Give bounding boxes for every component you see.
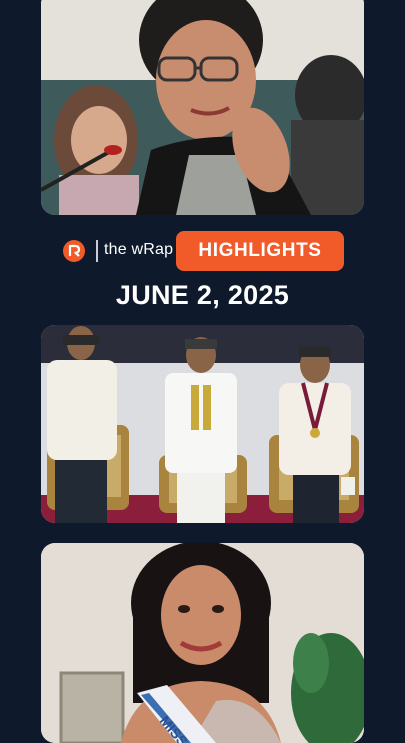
- story-card-2[interactable]: [41, 325, 364, 523]
- rappler-logo-icon: [63, 240, 85, 262]
- brand-divider: [96, 240, 98, 262]
- story-card-1[interactable]: [41, 0, 364, 215]
- story-1-photo: [41, 0, 364, 215]
- episode-date: JUNE 2, 2025: [115, 280, 290, 310]
- show-name: the wRap: [104, 241, 174, 258]
- story-3-photo: MISS: [41, 543, 364, 743]
- story-2-photo: [41, 325, 364, 523]
- highlights-badge: HIGHLIGHTS: [176, 231, 344, 271]
- story-card-3[interactable]: MISS: [41, 543, 364, 743]
- brand-row: the wRap HIGHLIGHTS: [0, 231, 405, 271]
